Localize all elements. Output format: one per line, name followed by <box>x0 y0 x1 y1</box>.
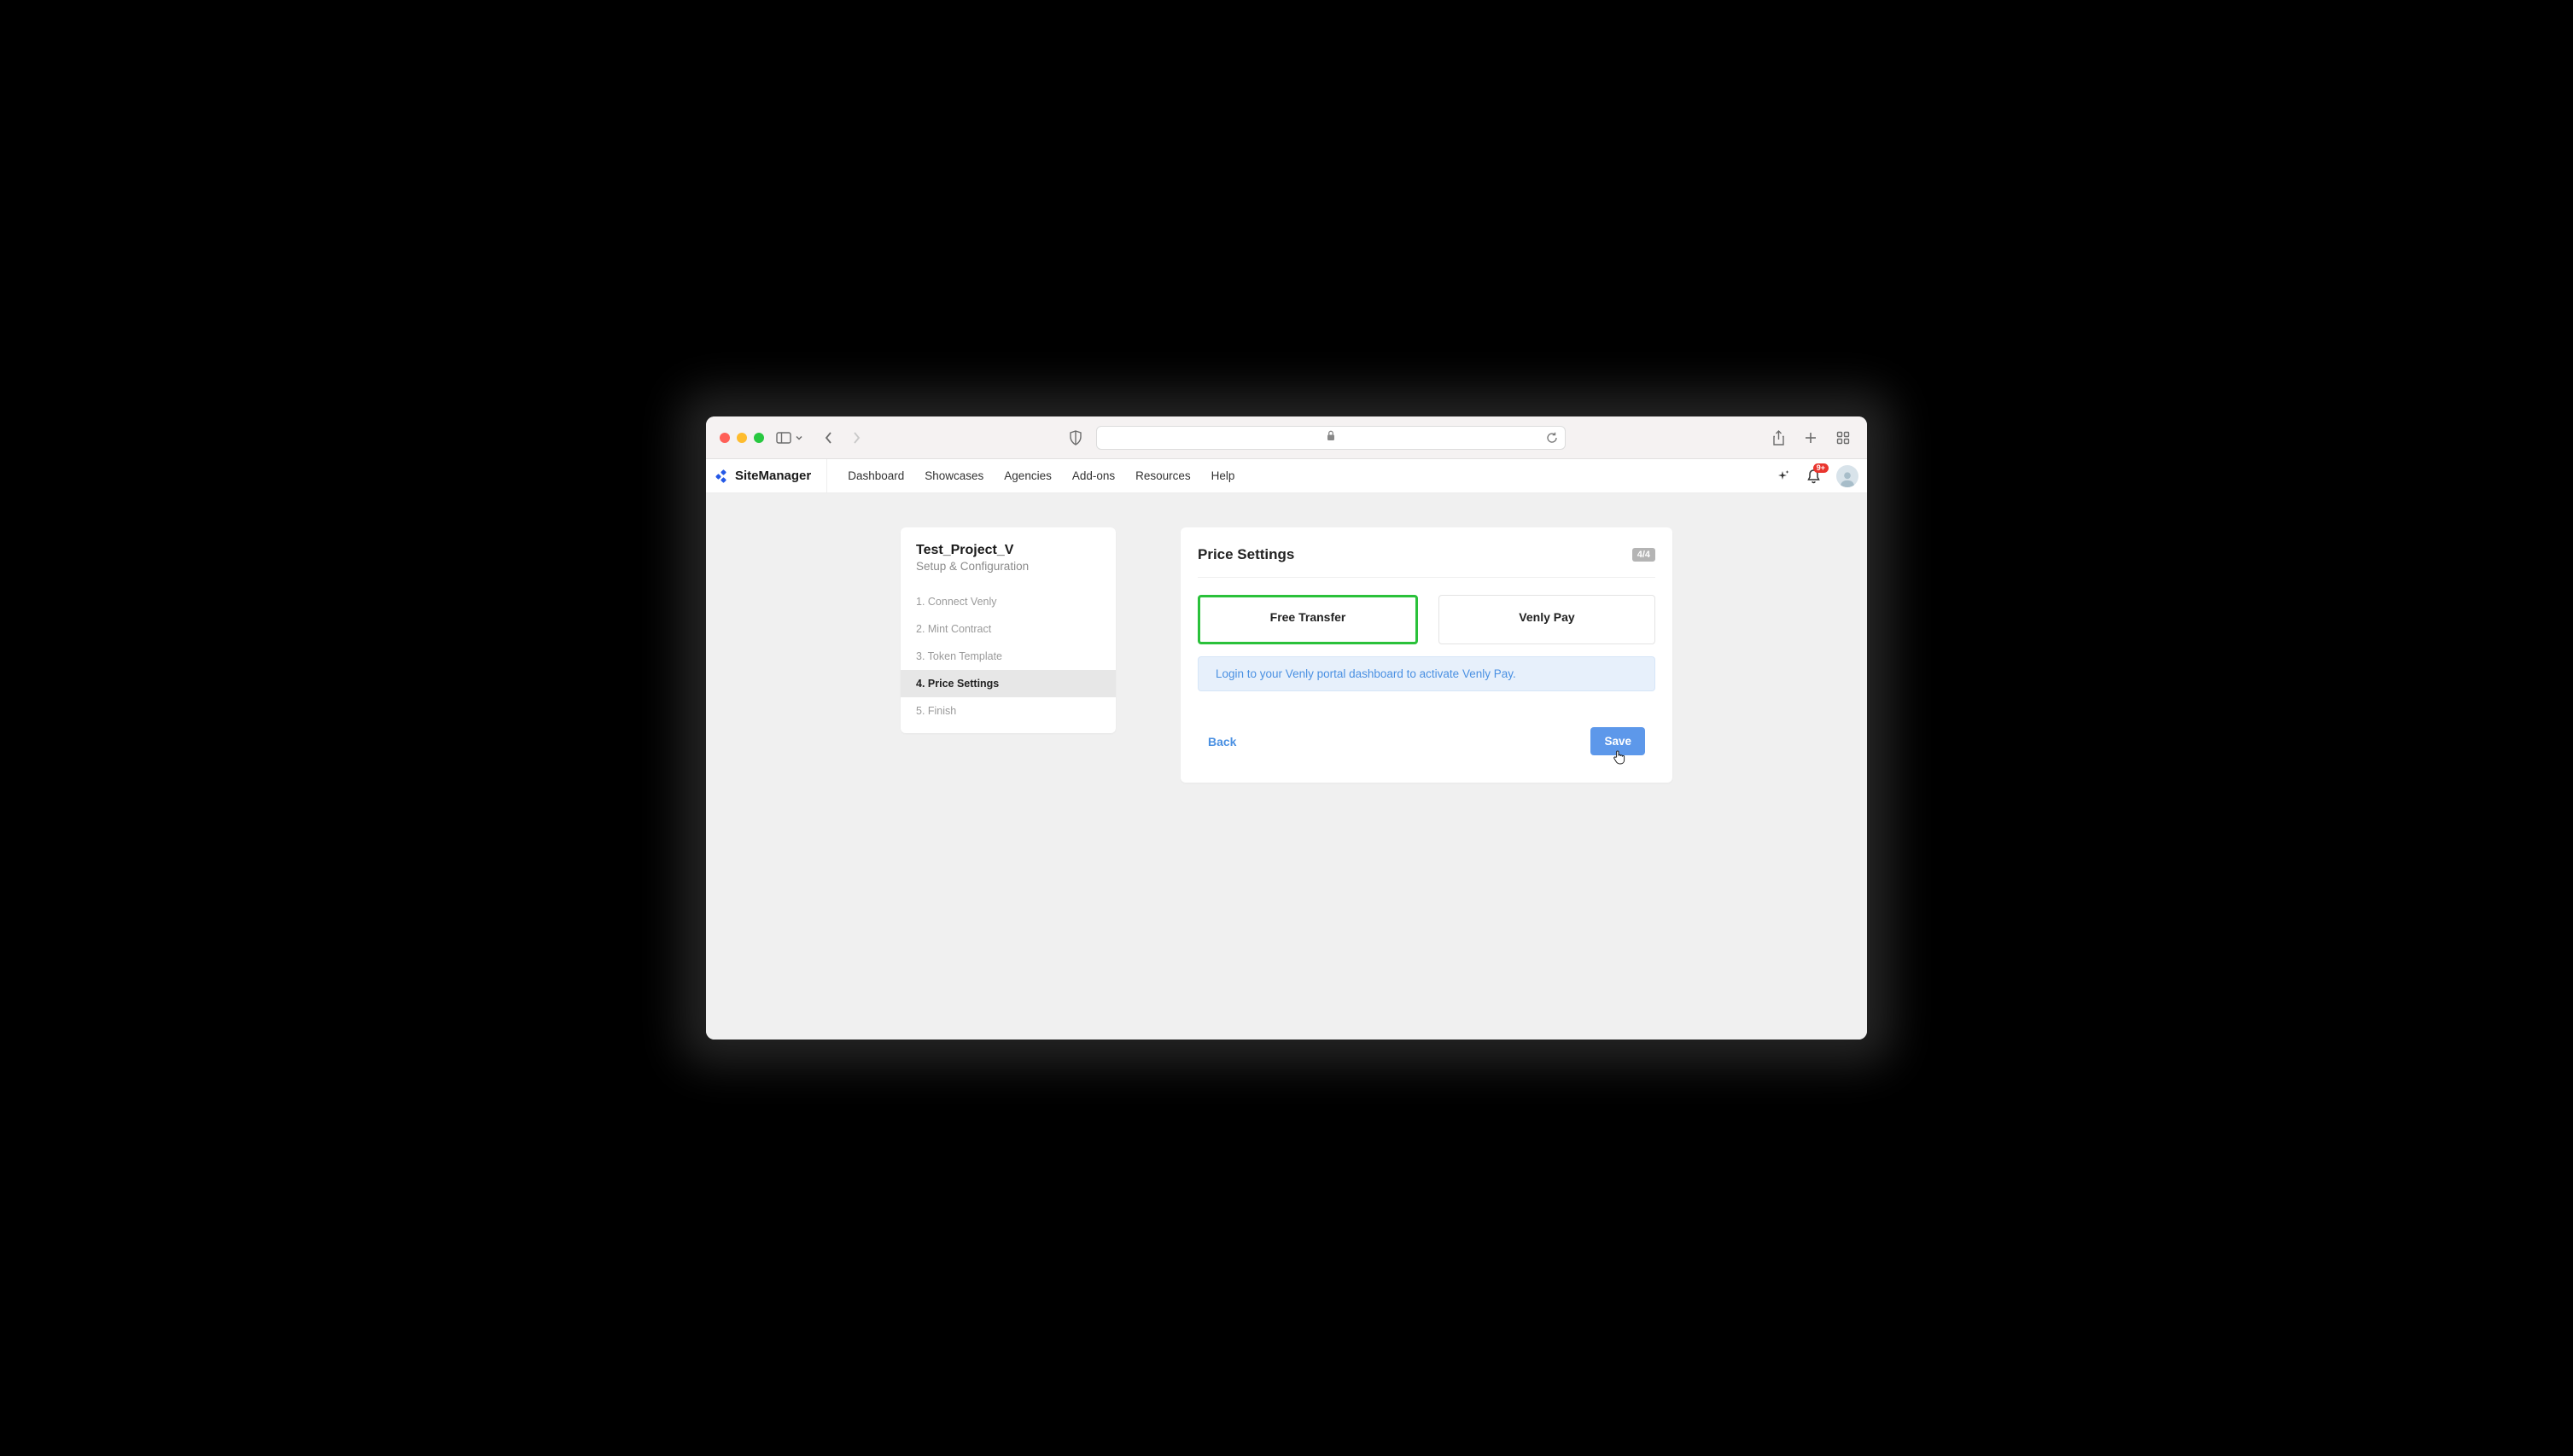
step-indicator-badge: 4/4 <box>1632 548 1655 562</box>
step-connect-venly[interactable]: 1. Connect Venly <box>901 588 1116 615</box>
nav-help[interactable]: Help <box>1211 469 1235 482</box>
nav-showcases[interactable]: Showcases <box>925 469 983 482</box>
price-options: Free Transfer Venly Pay <box>1198 595 1655 644</box>
brand[interactable]: SiteManager <box>706 459 827 492</box>
option-venly-pay[interactable]: Venly Pay <box>1438 595 1655 644</box>
save-button-label: Save <box>1604 735 1631 748</box>
window-controls <box>720 433 764 443</box>
main-nav: Dashboard Showcases Agencies Add-ons Res… <box>827 469 1234 482</box>
nav-dashboard[interactable]: Dashboard <box>848 469 904 482</box>
reload-button[interactable] <box>1546 432 1558 444</box>
new-tab-icon[interactable] <box>1804 431 1817 445</box>
step-finish[interactable]: 5. Finish <box>901 697 1116 725</box>
step-mint-contract[interactable]: 2. Mint Contract <box>901 615 1116 643</box>
content-area: Test_Project_V Setup & Configuration 1. … <box>706 493 1867 1040</box>
info-banner: Login to your Venly portal dashboard to … <box>1198 656 1655 691</box>
close-window-button[interactable] <box>720 433 730 443</box>
sidebar-toggle-button[interactable] <box>776 432 803 444</box>
step-token-template[interactable]: 3. Token Template <box>901 643 1116 670</box>
back-nav-button[interactable] <box>824 431 834 445</box>
project-title: Test_Project_V <box>901 543 1116 560</box>
option-free-transfer[interactable]: Free Transfer <box>1198 595 1418 644</box>
tab-overview-icon[interactable] <box>1836 431 1850 445</box>
nav-resources[interactable]: Resources <box>1135 469 1191 482</box>
lock-icon <box>1326 430 1335 446</box>
card-header: Price Settings 4/4 <box>1198 546 1655 578</box>
back-button[interactable]: Back <box>1208 735 1236 748</box>
main-card: Price Settings 4/4 Free Transfer Venly P… <box>1181 527 1672 783</box>
titlebar <box>706 416 1867 459</box>
step-list: 1. Connect Venly 2. Mint Contract 3. Tok… <box>901 588 1116 725</box>
avatar[interactable] <box>1836 465 1858 487</box>
notification-badge: 9+ <box>1813 463 1829 473</box>
step-price-settings[interactable]: 4. Price Settings <box>901 670 1116 697</box>
project-subtitle: Setup & Configuration <box>901 560 1116 588</box>
sparkle-icon[interactable] <box>1776 469 1791 484</box>
card-actions: Back Save <box>1198 727 1655 755</box>
nav-addons[interactable]: Add-ons <box>1072 469 1115 482</box>
privacy-shield-icon[interactable] <box>1069 430 1082 446</box>
save-button[interactable]: Save <box>1590 727 1645 755</box>
brand-logo-icon <box>715 469 728 483</box>
nav-agencies[interactable]: Agencies <box>1004 469 1052 482</box>
brand-name: SiteManager <box>735 469 811 483</box>
sidebar-card: Test_Project_V Setup & Configuration 1. … <box>901 527 1116 733</box>
maximize-window-button[interactable] <box>754 433 764 443</box>
notifications-button[interactable]: 9+ <box>1806 469 1821 484</box>
cursor-pointer-icon <box>1613 749 1626 767</box>
page-title: Price Settings <box>1198 546 1294 563</box>
forward-nav-button[interactable] <box>851 431 861 445</box>
share-icon[interactable] <box>1772 430 1785 446</box>
app-header: SiteManager Dashboard Showcases Agencies… <box>706 459 1867 493</box>
minimize-window-button[interactable] <box>737 433 747 443</box>
browser-window: SiteManager Dashboard Showcases Agencies… <box>706 416 1867 1040</box>
address-bar[interactable] <box>1096 426 1566 450</box>
